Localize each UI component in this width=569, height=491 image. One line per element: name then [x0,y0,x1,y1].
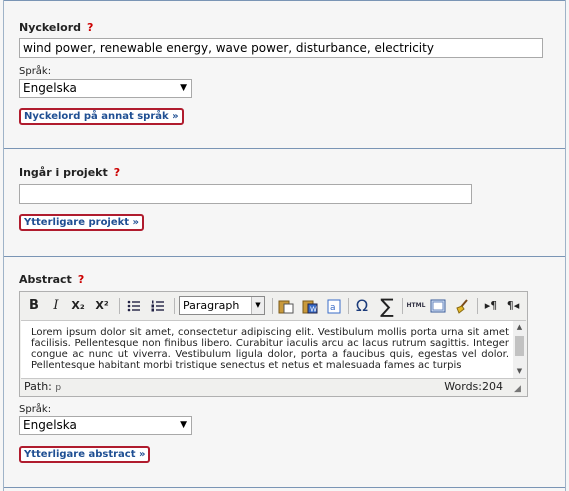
paste-text-icon: a [327,299,341,313]
section-divider [4,487,565,488]
scrollbar[interactable]: ▲ ▼ [513,321,526,378]
fullscreen-button[interactable] [428,296,448,316]
paste-button[interactable] [276,296,296,316]
chevron-down-icon: ▼ [180,420,187,430]
format-select-value: Paragraph [183,299,240,312]
format-select[interactable]: Paragraph ▼ [179,296,265,315]
numbered-list-button[interactable] [148,296,168,316]
ltr-button[interactable]: ▸¶ [481,296,501,316]
paste-text-button[interactable]: a [324,296,344,316]
clean-button[interactable] [452,296,472,316]
keywords-language-label: Språk: [19,66,52,77]
paste-word-button[interactable]: W [300,296,320,316]
ltr-icon: ▸¶ [484,299,498,312]
italic-button[interactable]: I [46,296,66,316]
keywords-language-value: Engelska [23,81,77,95]
abstract-content-area[interactable]: Lorem ipsum dolor sit amet, consectetur … [21,320,526,379]
section-divider [4,148,565,149]
bullet-list-button[interactable] [124,296,144,316]
paste-word-icon: W [302,300,318,313]
toolbar-separator [119,298,120,314]
superscript-button[interactable]: X² [92,296,112,316]
chevron-down-icon: ▼ [180,83,187,93]
help-icon[interactable]: ? [87,21,93,34]
toolbar-separator [402,298,403,314]
abstract-language-select[interactable]: Engelska ▼ [19,416,192,435]
omega-icon[interactable]: Ω [352,296,372,316]
html-button[interactable]: HTML [405,296,427,316]
toolbar-separator [174,298,175,314]
more-projects-button[interactable]: Ytterligare projekt » [19,214,145,231]
subscript-button[interactable]: X₂ [68,296,88,316]
abstract-label: Abstract? [19,273,84,286]
svg-text:a: a [330,303,336,313]
sigma-icon[interactable]: ∑ [375,296,399,316]
abstract-language-value: Engelska [23,418,77,432]
keywords-label-text: Nyckelord [19,21,82,34]
svg-text:W: W [310,305,317,313]
section-divider [4,0,565,1]
scroll-down-icon[interactable]: ▼ [513,366,526,377]
word-count: Words:204 [444,380,503,393]
fullscreen-icon [430,299,446,312]
numbered-list-icon [151,300,164,311]
chevron-down-icon: ▼ [251,297,264,314]
path-label: Path: [24,380,52,393]
abstract-label-text: Abstract [19,273,72,286]
section-divider [4,256,565,257]
scroll-up-icon[interactable]: ▲ [513,322,526,333]
keywords-language-select[interactable]: Engelska ▼ [19,79,192,98]
editor-toolbar: B I X₂ X² Paragraph ▼ W a Ω ∑ HTML ▸¶ ¶◂ [22,294,525,318]
rtl-icon: ¶◂ [506,299,520,312]
clipboard-icon [278,300,294,313]
abstract-text[interactable]: Lorem ipsum dolor sit amet, consectetur … [31,327,509,371]
toolbar-separator [348,298,349,314]
keywords-other-language-button[interactable]: Nyckelord på annat språk » [19,108,184,125]
broom-icon [456,298,468,314]
abstract-editor: B I X₂ X² Paragraph ▼ W a Ω ∑ HTML ▸¶ ¶◂… [19,291,528,397]
abstract-language-label: Språk: [19,404,52,415]
rtl-button[interactable]: ¶◂ [503,296,523,316]
toolbar-separator [272,298,273,314]
keywords-label: Nyckelord? [19,21,93,34]
keywords-input[interactable]: wind power, renewable energy, wave power… [19,38,543,58]
resize-grip-icon[interactable]: ◢ [514,384,524,394]
project-input[interactable] [19,184,472,204]
editor-statusbar: Path: p Words:204 [24,380,523,393]
project-label-text: Ingår i projekt [19,166,108,179]
bullet-list-icon [127,300,140,311]
help-icon[interactable]: ? [114,166,120,179]
project-label: Ingår i projekt? [19,166,120,179]
path-element[interactable]: p [55,383,61,393]
help-icon[interactable]: ? [78,273,84,286]
scroll-thumb[interactable] [515,336,524,356]
toolbar-separator [477,298,478,314]
bold-button[interactable]: B [24,296,44,316]
form-panel: Nyckelord? wind power, renewable energy,… [3,0,566,491]
more-abstract-button[interactable]: Ytterligare abstract » [19,446,151,463]
